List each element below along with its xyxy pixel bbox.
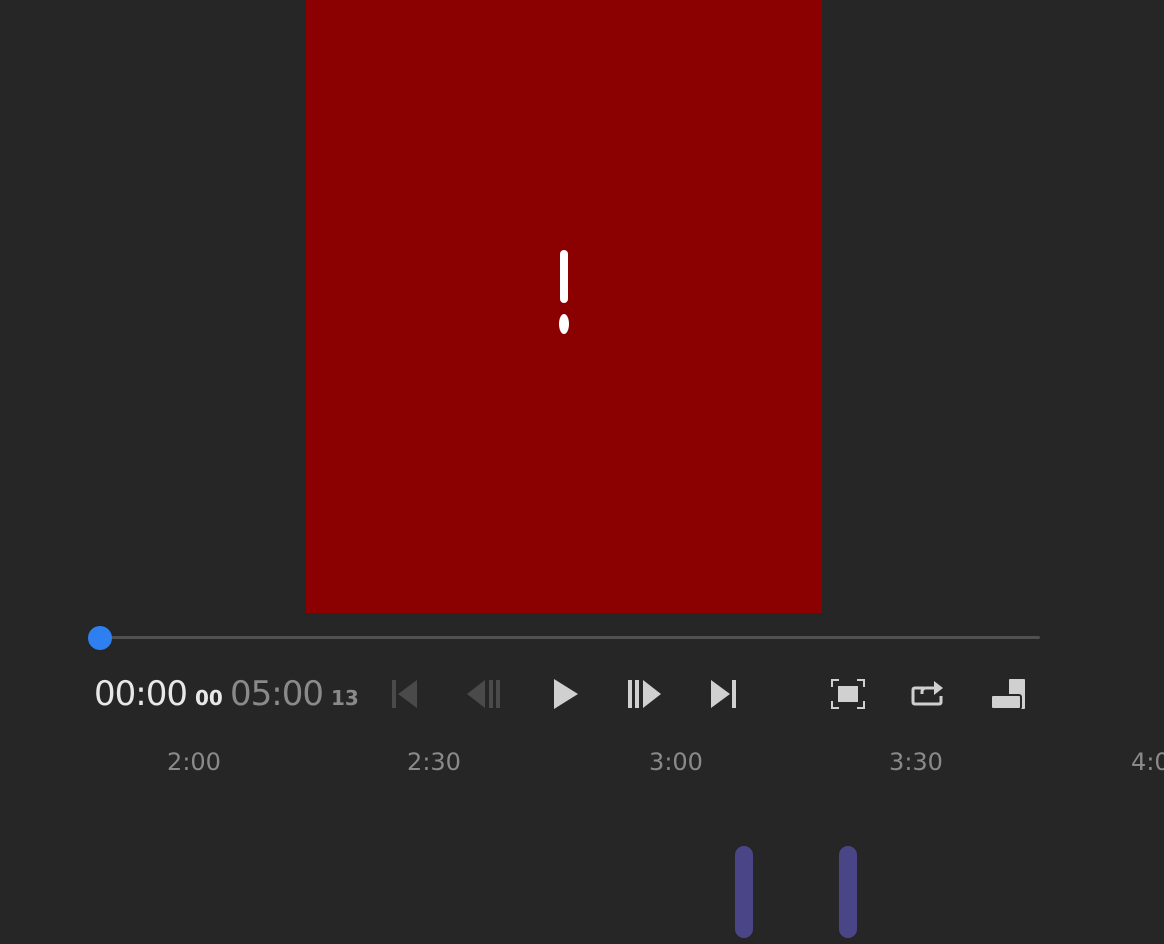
go-to-end-button[interactable] bbox=[704, 674, 744, 714]
skip-to-end-icon bbox=[711, 680, 736, 708]
duration-time: 05:00 bbox=[230, 674, 324, 714]
timeline-tick: 2:30 bbox=[407, 748, 461, 776]
video-player: 00:00 00 05:00 13 2:00 2:30 3:00 3:30 4:… bbox=[0, 0, 1164, 944]
play-button[interactable] bbox=[544, 674, 584, 714]
timeline-tick: 4:00 bbox=[1131, 748, 1164, 776]
step-forward-icon bbox=[628, 680, 661, 708]
duration-frames: 13 bbox=[330, 686, 359, 710]
current-time: 00:00 bbox=[94, 674, 188, 714]
loop-button[interactable] bbox=[908, 674, 948, 714]
timeline-marker[interactable] bbox=[839, 846, 857, 938]
exclamation-icon bbox=[559, 250, 569, 334]
timeline-marker[interactable] bbox=[735, 846, 753, 938]
play-icon bbox=[554, 679, 578, 709]
current-timecode: 00:00 00 bbox=[94, 674, 223, 718]
fit-to-frame-button[interactable] bbox=[828, 674, 868, 714]
step-back-button[interactable] bbox=[464, 674, 504, 714]
skip-to-start-icon bbox=[392, 680, 417, 708]
duration-timecode: 05:00 13 bbox=[230, 674, 359, 718]
step-forward-button[interactable] bbox=[624, 674, 664, 714]
scrubber-handle[interactable] bbox=[88, 626, 112, 650]
timeline-tick: 2:00 bbox=[167, 748, 221, 776]
loop-icon bbox=[911, 681, 943, 706]
current-frames: 00 bbox=[194, 686, 223, 710]
timeline-tick: 3:30 bbox=[889, 748, 943, 776]
aspect-ratio-icon bbox=[990, 679, 1025, 710]
aspect-ratio-button[interactable] bbox=[988, 674, 1028, 714]
step-back-icon bbox=[467, 680, 500, 708]
go-to-start-button[interactable] bbox=[384, 674, 424, 714]
fit-frame-icon bbox=[831, 679, 865, 709]
scrubber-track[interactable] bbox=[100, 636, 1040, 639]
timeline-tick: 3:00 bbox=[649, 748, 703, 776]
